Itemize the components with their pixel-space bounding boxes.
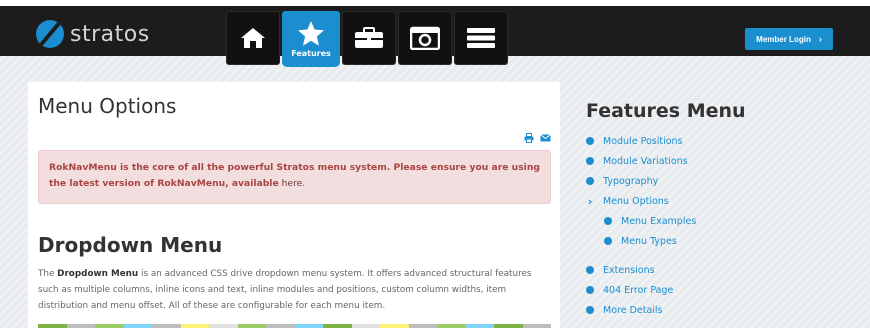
sidebar-item-label: Menu Examples [621, 215, 697, 227]
bullet-icon [586, 177, 594, 185]
logo-mark-icon [36, 20, 64, 48]
strip-segment [123, 324, 152, 328]
sidebar-item-menu-options[interactable]: › Menu Options [586, 191, 856, 211]
nav-portfolio[interactable] [342, 11, 396, 65]
strip-segment [180, 324, 209, 328]
sidebar-item-more-details[interactable]: More Details [586, 300, 856, 320]
page-title: Menu Options [38, 94, 177, 118]
strip-segment [152, 324, 181, 328]
briefcase-icon [355, 27, 383, 48]
strip-segment [294, 324, 323, 328]
bullet-icon [586, 157, 594, 165]
sidebar-item-menu-examples[interactable]: Menu Examples [586, 211, 856, 231]
strip-segment [494, 324, 523, 328]
sidebar-item-label: 404 Error Page [603, 284, 674, 296]
strip-segment [209, 324, 238, 328]
sidebar-item-module-positions[interactable]: Module Positions [586, 131, 856, 151]
strip-segment [66, 324, 95, 328]
chevron-right-icon: › [587, 194, 593, 208]
sidebar-item-module-variations[interactable]: Module Variations [586, 151, 856, 171]
main-content: Menu Options RokNavMenu is the core of a… [28, 82, 560, 328]
strip-segment [465, 324, 494, 328]
article-tools [524, 128, 551, 147]
sidebar-item-typography[interactable]: Typography [586, 171, 856, 191]
sidebar-item-label: Module Variations [603, 155, 688, 167]
bullet-icon [586, 137, 594, 145]
strip-segment [266, 324, 295, 328]
bullet-icon [586, 306, 594, 314]
bullet-icon [586, 266, 594, 274]
strip-segment [408, 324, 437, 328]
member-login-button[interactable]: Member Login › [745, 28, 833, 50]
nav-features-label: Features [291, 49, 331, 58]
chevron-right-icon: › [818, 34, 822, 44]
section-paragraph: The Dropdown Menu is an advanced CSS dri… [38, 266, 548, 314]
strip-segment [522, 324, 551, 328]
home-icon [241, 28, 265, 48]
bullet-icon [586, 286, 594, 294]
sidebar-title: Features Menu [586, 100, 746, 122]
top-bar: stratos Features Member Login › [0, 0, 870, 67]
bullet-icon [604, 217, 612, 225]
nav-gallery[interactable] [398, 11, 452, 65]
notice-alert: RokNavMenu is the core of all the powerf… [38, 150, 551, 204]
strip-segment [237, 324, 266, 328]
alert-link-text[interactable]: here. [279, 178, 306, 189]
sidebar-item-label: Menu Types [621, 235, 677, 247]
menu-preview-strip [38, 324, 551, 328]
sidebar-item-label: Menu Options [603, 195, 669, 207]
brand-logo[interactable]: stratos [36, 19, 150, 49]
strip-segment [380, 324, 409, 328]
strip-segment [95, 324, 124, 328]
sidebar-item-label: Module Positions [603, 135, 683, 147]
strip-segment [437, 324, 466, 328]
nav-home[interactable] [226, 11, 280, 65]
email-icon[interactable] [540, 128, 551, 147]
section-title: Dropdown Menu [38, 233, 223, 257]
para-bold: Dropdown Menu [57, 269, 139, 279]
sidebar-item-menu-types[interactable]: Menu Types [586, 231, 856, 251]
brand-name: stratos [70, 21, 150, 47]
nav-features[interactable]: Features [282, 11, 340, 67]
star-icon [298, 21, 324, 46]
sidebar-item-label: Typography [603, 175, 659, 187]
strip-segment [38, 324, 67, 328]
strip-segment [323, 324, 352, 328]
strip-segment [351, 324, 380, 328]
sidebar-item-404-error-page[interactable]: 404 Error Page [586, 280, 856, 300]
print-icon[interactable] [524, 128, 534, 147]
sidebar-item-extensions[interactable]: Extensions [586, 260, 856, 280]
sidebar-item-label: Extensions [603, 264, 655, 276]
sidebar-item-label: More Details [603, 304, 663, 316]
camera-icon [410, 26, 440, 50]
server-icon [467, 28, 495, 48]
para-prefix: The [38, 269, 58, 279]
sidebar-menu: Module Positions Module Variations Typogra… [586, 131, 856, 320]
main-nav: Features [226, 11, 510, 67]
member-login-label: Member Login [756, 34, 811, 44]
bullet-icon [604, 237, 612, 245]
nav-servers[interactable] [454, 11, 508, 65]
